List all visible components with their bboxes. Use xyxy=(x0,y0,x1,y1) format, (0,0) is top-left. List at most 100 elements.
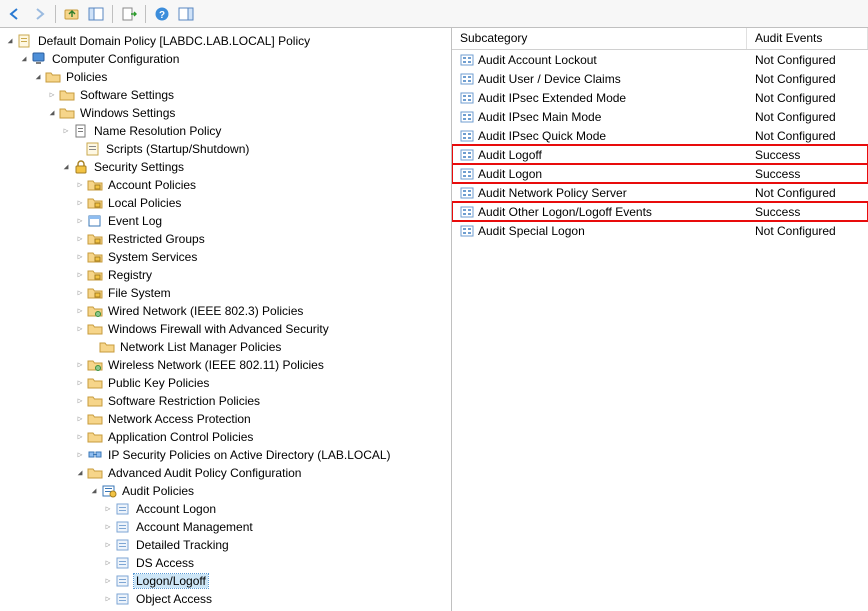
audit-subcategory-icon xyxy=(460,205,474,219)
tree-node-advanced-audit[interactable]: Advanced Audit Policy Configuration xyxy=(2,464,449,482)
expander-icon[interactable] xyxy=(74,360,86,370)
expander-icon[interactable] xyxy=(74,252,86,262)
tree-node-security-settings[interactable]: Security Settings xyxy=(2,158,449,176)
folder-icon xyxy=(59,105,75,121)
expander-icon[interactable] xyxy=(74,216,86,226)
tree-node-audit-account-logon[interactable]: Account Logon xyxy=(2,500,449,518)
expander-icon[interactable] xyxy=(74,180,86,190)
tree-node-audit-account-mgmt[interactable]: Account Management xyxy=(2,518,449,536)
forward-button[interactable] xyxy=(28,3,50,25)
expander-icon[interactable] xyxy=(102,594,114,604)
tree-node-file-system[interactable]: File System xyxy=(2,284,449,302)
expander-icon[interactable] xyxy=(74,450,86,460)
tree-label: Name Resolution Policy xyxy=(92,124,223,138)
list-row[interactable]: Audit IPsec Extended ModeNot Configured xyxy=(452,88,868,107)
tree-node-root[interactable]: Default Domain Policy [LABDC.LAB.LOCAL] … xyxy=(2,32,449,50)
expander-icon[interactable] xyxy=(32,72,44,82)
export-list-button[interactable] xyxy=(118,3,140,25)
tree-node-audit-logon-logoff[interactable]: Logon/Logoff xyxy=(2,572,449,590)
tree-node-computer-config[interactable]: Computer Configuration xyxy=(2,50,449,68)
folder-up-icon xyxy=(64,6,80,22)
folder-icon xyxy=(87,465,103,481)
expander-icon[interactable] xyxy=(74,324,86,334)
expander-icon[interactable] xyxy=(74,198,86,208)
list-row[interactable]: Audit LogoffSuccess xyxy=(452,145,868,164)
tree-node-windows-settings[interactable]: Windows Settings xyxy=(2,104,449,122)
tree-label: Event Log xyxy=(106,214,164,228)
show-hide-action-pane-button[interactable] xyxy=(175,3,197,25)
network-icon xyxy=(87,357,103,373)
list-row[interactable]: Audit IPsec Quick ModeNot Configured xyxy=(452,126,868,145)
column-header-audit-events[interactable]: Audit Events xyxy=(747,28,868,49)
tree-node-app-control[interactable]: Application Control Policies xyxy=(2,428,449,446)
expander-icon[interactable] xyxy=(74,396,86,406)
tree-node-audit-object-access[interactable]: Object Access xyxy=(2,590,449,608)
tree-label: Local Policies xyxy=(106,196,183,210)
list-row[interactable]: Audit Special LogonNot Configured xyxy=(452,221,868,240)
list-row[interactable]: Audit Network Policy ServerNot Configure… xyxy=(452,183,868,202)
tree-node-ipsec[interactable]: IP Security Policies on Active Directory… xyxy=(2,446,449,464)
policy-folder-icon xyxy=(87,177,103,193)
expander-icon[interactable] xyxy=(74,270,86,280)
expander-icon[interactable] xyxy=(4,36,16,46)
tree-node-netlist[interactable]: Network List Manager Policies xyxy=(2,338,449,356)
list-cell-subcategory: Audit Logoff xyxy=(452,148,747,162)
tree-node-audit-policies[interactable]: Audit Policies xyxy=(2,482,449,500)
tree-node-pubkey[interactable]: Public Key Policies xyxy=(2,374,449,392)
column-header-subcategory[interactable]: Subcategory xyxy=(452,28,747,49)
tree-node-name-resolution[interactable]: Name Resolution Policy xyxy=(2,122,449,140)
expander-icon[interactable] xyxy=(102,522,114,532)
expander-icon[interactable] xyxy=(60,162,72,172)
folder-icon xyxy=(99,339,115,355)
expander-icon[interactable] xyxy=(18,54,30,64)
tree-label: File System xyxy=(106,286,173,300)
list-cell-subcategory-text: Audit Logoff xyxy=(478,148,542,162)
expander-icon[interactable] xyxy=(102,558,114,568)
tree-node-scripts[interactable]: Scripts (Startup/Shutdown) xyxy=(2,140,449,158)
gpo-scroll-icon xyxy=(17,33,33,49)
show-hide-tree-button[interactable] xyxy=(85,3,107,25)
expander-icon[interactable] xyxy=(74,468,86,478)
folder-icon xyxy=(87,429,103,445)
expander-icon[interactable] xyxy=(74,288,86,298)
tree-node-policies[interactable]: Policies xyxy=(2,68,449,86)
expander-icon[interactable] xyxy=(74,378,86,388)
expander-icon[interactable] xyxy=(46,90,58,100)
tree-node-account-policies[interactable]: Account Policies xyxy=(2,176,449,194)
tree-node-wireless-network[interactable]: Wireless Network (IEEE 802.11) Policies xyxy=(2,356,449,374)
list-row[interactable]: Audit User / Device ClaimsNot Configured xyxy=(452,69,868,88)
expander-icon[interactable] xyxy=(102,576,114,586)
list-row[interactable]: Audit LogonSuccess xyxy=(452,164,868,183)
tree-node-firewall[interactable]: Windows Firewall with Advanced Security xyxy=(2,320,449,338)
expander-icon[interactable] xyxy=(74,234,86,244)
expander-icon[interactable] xyxy=(102,504,114,514)
tree-node-restricted-groups[interactable]: Restricted Groups xyxy=(2,230,449,248)
list-row[interactable]: Audit Account LockoutNot Configured xyxy=(452,50,868,69)
expander-icon[interactable] xyxy=(46,108,58,118)
back-button[interactable] xyxy=(4,3,26,25)
tree-node-software-settings[interactable]: Software Settings xyxy=(2,86,449,104)
list-row[interactable]: Audit Other Logon/Logoff EventsSuccess xyxy=(452,202,868,221)
expander-icon[interactable] xyxy=(60,126,72,136)
scope-tree-pane[interactable]: Default Domain Policy [LABDC.LAB.LOCAL] … xyxy=(0,28,452,611)
tree-node-system-services[interactable]: System Services xyxy=(2,248,449,266)
tree-label: Windows Firewall with Advanced Security xyxy=(106,322,331,336)
expander-icon[interactable] xyxy=(74,432,86,442)
tree-node-local-policies[interactable]: Local Policies xyxy=(2,194,449,212)
folder-up-button[interactable] xyxy=(61,3,83,25)
tree-node-audit-detailed-tracking[interactable]: Detailed Tracking xyxy=(2,536,449,554)
expander-icon[interactable] xyxy=(74,306,86,316)
expander-icon[interactable] xyxy=(74,414,86,424)
tree-node-audit-ds-access[interactable]: DS Access xyxy=(2,554,449,572)
tree-node-event-log[interactable]: Event Log xyxy=(2,212,449,230)
list-row[interactable]: Audit IPsec Main ModeNot Configured xyxy=(452,107,868,126)
tree-node-registry[interactable]: Registry xyxy=(2,266,449,284)
expander-icon[interactable] xyxy=(102,540,114,550)
toolbar-separator xyxy=(55,5,56,23)
tree-node-nap[interactable]: Network Access Protection xyxy=(2,410,449,428)
tree-node-software-restriction[interactable]: Software Restriction Policies xyxy=(2,392,449,410)
help-button[interactable]: ? xyxy=(151,3,173,25)
tree-label: Restricted Groups xyxy=(106,232,207,246)
expander-icon[interactable] xyxy=(88,486,100,496)
tree-node-wired-network[interactable]: Wired Network (IEEE 802.3) Policies xyxy=(2,302,449,320)
